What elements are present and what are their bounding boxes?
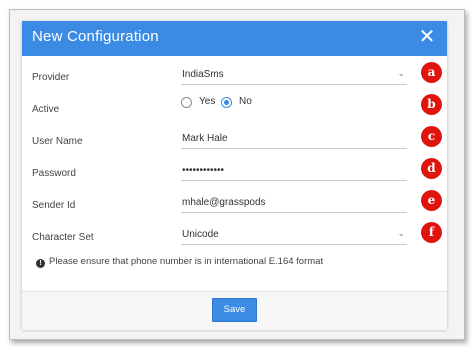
user-name-input[interactable]: Mark Hale xyxy=(181,130,407,149)
save-button[interactable]: Save xyxy=(212,298,257,322)
character-set-label: Character Set xyxy=(32,232,94,243)
sender-id-value: mhale@grasspods xyxy=(182,197,266,208)
info-icon: ! xyxy=(36,259,45,268)
chevron-down-icon: ⌄ xyxy=(397,228,405,238)
chevron-down-icon: ⌄ xyxy=(397,68,405,78)
provider-select[interactable]: IndiaSms ⌄ xyxy=(181,66,407,85)
callout-badge-c: c xyxy=(421,126,442,147)
character-set-value: Unicode xyxy=(182,229,219,240)
callout-badge-e: e xyxy=(421,190,442,211)
dialog-header: New Configuration ✕ xyxy=(22,21,447,56)
active-yes-radio[interactable] xyxy=(181,97,192,108)
password-input[interactable]: •••••••••••• xyxy=(181,162,407,181)
active-no-label[interactable]: No xyxy=(239,96,252,107)
dialog-footer: Save xyxy=(22,291,447,330)
callout-badge-d: d xyxy=(421,158,442,179)
new-configuration-dialog: New Configuration ✕ Provider IndiaSms ⌄ … xyxy=(22,21,447,330)
user-name-value: Mark Hale xyxy=(182,133,228,144)
provider-value: IndiaSms xyxy=(182,69,224,80)
active-label: Active xyxy=(32,104,60,115)
sender-id-input[interactable]: mhale@grasspods xyxy=(181,194,407,213)
password-value: •••••••••••• xyxy=(182,165,225,176)
active-no-radio[interactable] xyxy=(221,97,232,108)
info-note: ! Please ensure that phone number is in i… xyxy=(36,256,323,268)
user-name-label: User Name xyxy=(32,136,83,147)
password-label: Password xyxy=(32,168,76,179)
callout-badge-b: b xyxy=(421,94,442,115)
character-set-select[interactable]: Unicode ⌄ xyxy=(181,226,407,245)
active-yes-label[interactable]: Yes xyxy=(199,96,215,107)
sender-id-label: Sender Id xyxy=(32,200,76,211)
dialog-title: New Configuration xyxy=(32,28,159,45)
close-icon[interactable]: ✕ xyxy=(417,26,437,48)
callout-badge-f: f xyxy=(421,222,442,243)
info-note-text: Please ensure that phone number is in in… xyxy=(49,256,324,267)
callout-badge-a: a xyxy=(421,62,442,83)
provider-label: Provider xyxy=(32,72,70,83)
